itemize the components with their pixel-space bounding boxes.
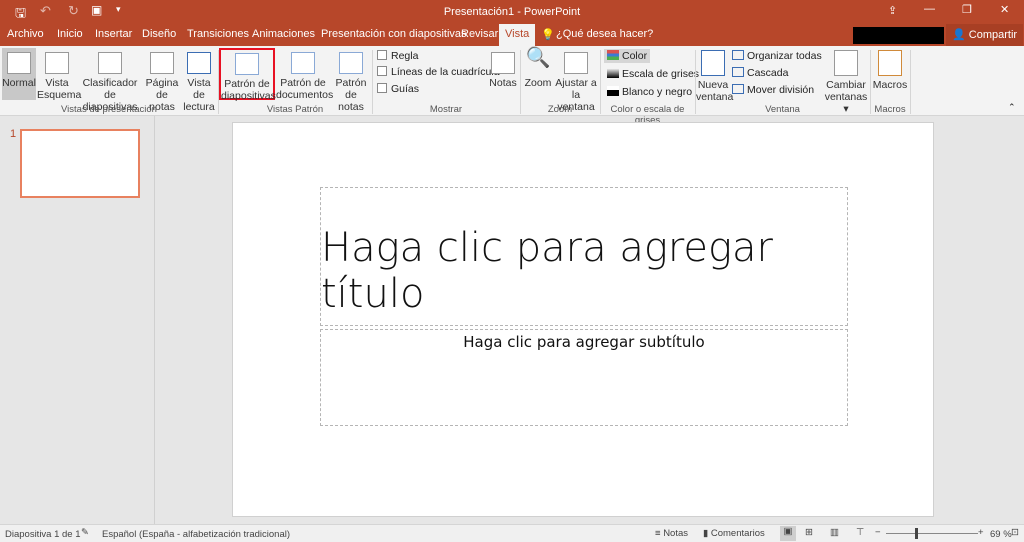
comments-status-button[interactable]: ▮ Comentarios — [703, 528, 765, 539]
zoom-slider[interactable] — [886, 533, 978, 534]
grayscale-button[interactable]: Escala de grises — [607, 68, 699, 80]
slideshow-status-icon[interactable]: ⊤ — [856, 527, 864, 538]
normal-view-status-icon[interactable]: ▣ — [780, 526, 796, 541]
zoom-button[interactable]: 🔍 Zoom — [523, 47, 553, 89]
tab-transiciones[interactable]: Transiciones — [187, 28, 249, 40]
group-label-macros: Macros — [874, 104, 906, 115]
tab-vista[interactable]: Vista — [499, 24, 536, 46]
group-label-zoom: Zoom — [547, 104, 573, 115]
notes-button[interactable]: Notas — [488, 52, 518, 89]
normal-view-button[interactable]: Normal — [2, 48, 36, 100]
slide-sorter-status-icon[interactable]: ⊞ — [805, 527, 813, 538]
share-button[interactable]: 👤 Compartir — [946, 24, 1024, 46]
tab-diseno[interactable]: Diseño — [142, 28, 176, 40]
slide-master-button[interactable]: Patrón de diapositivas — [219, 48, 276, 102]
subtitle-placeholder[interactable]: Haga clic para agregar subtítulo — [320, 329, 848, 426]
slide-thumbnail[interactable] — [20, 129, 140, 198]
ribbon-tabs: Archivo Inicio Insertar Diseño Transicio… — [0, 24, 1024, 46]
window-title: Presentación1 - PowerPoint — [443, 6, 581, 18]
reading-view-icon — [187, 52, 211, 74]
group-label-master-views: Vistas Patrón — [266, 104, 324, 115]
zoom-level[interactable]: 69 % — [990, 529, 1012, 540]
tab-revisar[interactable]: Revisar — [461, 28, 498, 40]
handout-master-icon — [291, 52, 315, 74]
restore-icon[interactable]: ❐ — [962, 3, 972, 16]
normal-view-icon — [7, 52, 31, 74]
notes-icon — [491, 52, 515, 74]
notes-page-icon — [150, 52, 174, 74]
reading-view-status-icon[interactable]: ▥ — [830, 527, 839, 538]
tab-inicio[interactable]: Inicio — [57, 28, 83, 40]
new-window-button[interactable]: Nueva ventana — [696, 50, 733, 103]
notes-status-button[interactable]: ≡ Notas — [655, 528, 688, 539]
color-button[interactable]: Color — [604, 49, 651, 63]
collapse-ribbon-icon[interactable]: ⌃ — [1008, 102, 1016, 113]
switch-windows-icon — [834, 50, 858, 76]
move-split-button[interactable]: Mover división — [732, 84, 814, 96]
tab-archivo[interactable]: Archivo — [7, 28, 44, 40]
group-label-presentation-views: Vistas de presentación — [61, 104, 157, 115]
slide-canvas: Haga clic para agregar título Haga clic … — [232, 122, 934, 517]
macros-button[interactable]: Macros — [872, 50, 908, 91]
lightbulb-icon: 💡 — [541, 29, 555, 41]
notes-master-icon — [339, 52, 363, 74]
handout-master-button[interactable]: Patrón de documentos — [276, 52, 333, 101]
gridlines-checkbox[interactable]: Líneas de la cuadrícula — [377, 66, 500, 78]
ribbon-display-icon[interactable]: ⇪ — [888, 4, 897, 17]
title-placeholder[interactable]: Haga clic para agregar título — [320, 187, 848, 326]
cascade-button[interactable]: Cascada — [732, 67, 788, 79]
language-status[interactable]: Español (España - alfabetización tradici… — [102, 529, 290, 540]
close-icon[interactable]: ✕ — [1000, 3, 1009, 16]
new-window-icon — [701, 50, 725, 76]
zoom-slider-thumb[interactable] — [915, 528, 919, 539]
guides-checkbox[interactable]: Guías — [377, 83, 419, 95]
group-label-window: Ventana — [765, 104, 800, 115]
tab-animaciones[interactable]: Animaciones — [252, 28, 315, 40]
slide-counter: Diapositiva 1 de 1 — [5, 529, 81, 540]
status-bar: Diapositiva 1 de 1 ✎ Español (España - a… — [0, 524, 1024, 542]
tab-presentacion[interactable]: Presentación con diapositivas — [321, 28, 467, 40]
black-white-button[interactable]: Blanco y negro — [607, 86, 692, 98]
slide-sorter-icon — [98, 52, 122, 74]
person-icon: 👤 — [952, 29, 969, 41]
ribbon: Normal Vista Esquema Clasificador de diapo… — [0, 46, 1024, 126]
redacted-account — [853, 27, 944, 44]
zoom-out-icon[interactable]: − — [875, 527, 881, 538]
fit-slide-icon[interactable]: ⊡ — [1011, 527, 1019, 538]
title-bar: 🖫 ↶ ↻ ▣ ▾ Presentación1 - PowerPoint ⇪ —… — [0, 0, 1024, 24]
tell-me-input[interactable]: ¿Qué desea hacer? — [556, 28, 653, 40]
magnifier-icon: 🔍 — [525, 47, 551, 69]
slide-thumbnail-pane: 1 — [0, 116, 155, 524]
outline-view-button[interactable]: Vista Esquema — [37, 52, 81, 101]
macros-icon — [878, 50, 902, 76]
slide-master-icon — [235, 53, 259, 75]
thumbnail-number: 1 — [10, 128, 17, 140]
zoom-in-icon[interactable]: + — [978, 527, 984, 538]
outline-view-icon — [45, 52, 69, 74]
tab-insertar[interactable]: Insertar — [95, 28, 132, 40]
spellcheck-icon[interactable]: ✎ — [81, 527, 89, 538]
group-label-show: Mostrar — [429, 104, 463, 115]
fit-window-icon — [564, 52, 588, 74]
minimize-icon[interactable]: — — [924, 3, 935, 15]
ruler-checkbox[interactable]: Regla — [377, 50, 418, 62]
arrange-all-button[interactable]: Organizar todas — [732, 50, 822, 62]
